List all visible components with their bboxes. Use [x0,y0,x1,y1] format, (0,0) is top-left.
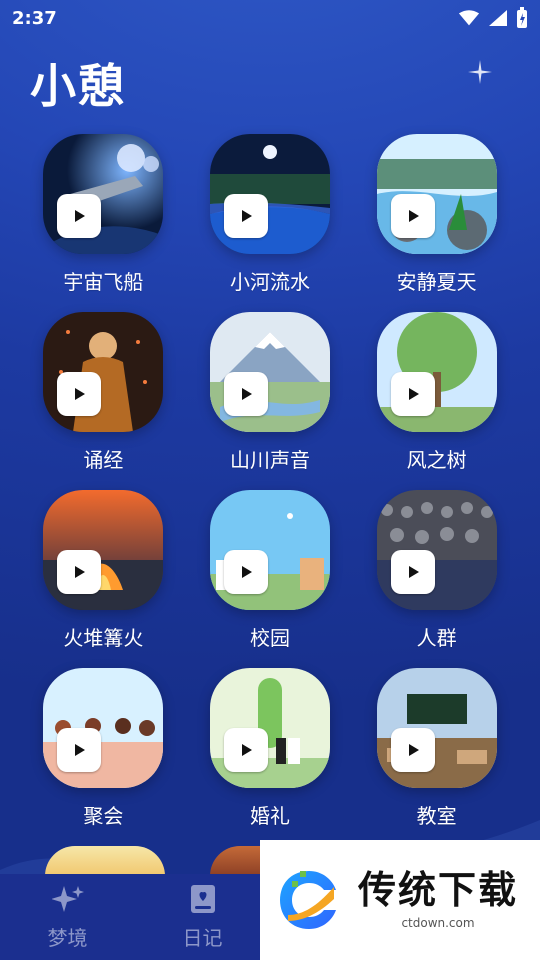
play-icon [241,744,252,756]
sound-card-classroom[interactable]: 教室 [353,668,520,828]
play-icon [241,388,252,400]
play-button[interactable] [390,550,435,594]
signal-icon [488,9,508,27]
sound-card-chant[interactable]: 诵经 [20,312,187,472]
play-icon [408,388,419,400]
play-button[interactable] [57,372,102,416]
thumbnail-summer[interactable] [376,134,497,254]
play-button[interactable] [57,728,102,772]
thumbnail-wedding[interactable] [209,668,330,788]
play-button[interactable] [223,728,268,772]
status-bar: 2:37 [0,0,540,36]
sound-label: 校园 [249,626,290,650]
watermark-logo-icon [280,871,336,929]
play-icon [408,210,419,222]
status-icons [458,7,528,29]
play-icon [75,388,86,400]
sound-card-crowd[interactable]: 人群 [353,490,520,650]
sound-label: 火堆篝火 [63,626,144,650]
nav-item-dream[interactable]: 梦境 [0,884,135,951]
peek-thumbnail[interactable] [45,846,165,876]
sound-label: 聚会 [83,804,124,828]
status-time: 2:37 [12,7,57,29]
sound-label: 教室 [416,804,457,828]
sound-card-party[interactable]: 聚会 [20,668,187,828]
sound-card-campus[interactable]: 校园 [187,490,354,650]
play-button[interactable] [390,194,435,238]
thumbnail-mountain[interactable] [209,312,330,432]
thumbnail-crowd[interactable] [376,490,497,610]
play-icon [75,744,86,756]
battery-icon [516,7,528,29]
play-button[interactable] [57,194,102,238]
thumbnail-campus[interactable] [209,490,330,610]
play-button[interactable] [57,550,102,594]
sound-label: 人群 [416,626,457,650]
watermark-title: 传统下载 [358,868,519,912]
nav-label: 梦境 [47,925,88,950]
play-button[interactable] [223,550,268,594]
sound-label: 婚礼 [249,804,290,828]
play-button[interactable] [390,372,435,416]
play-icon [241,210,252,222]
thumbnail-classroom[interactable] [376,668,497,788]
play-button[interactable] [223,194,268,238]
sound-card-wind-tree[interactable]: 风之树 [353,312,520,472]
thumbnail-party[interactable] [43,668,164,788]
thumbnail-bonfire[interactable] [43,490,164,610]
play-icon [408,744,419,756]
sound-label: 小河流水 [229,270,310,294]
sound-card-space-ship[interactable]: 宇宙飞船 [20,134,187,294]
sound-card-bonfire[interactable]: 火堆篝火 [20,490,187,650]
thumbnail-space-ship[interactable] [43,134,164,254]
sound-label: 诵经 [83,448,124,472]
star-sparkle-icon [468,60,492,84]
play-icon [75,210,86,222]
sound-card-summer[interactable]: 安静夏天 [353,134,520,294]
sound-card-wedding[interactable]: 婚礼 [187,668,354,828]
nav-label: 日记 [182,925,223,950]
sparkle-icon [51,884,84,914]
play-icon [241,566,252,578]
thumbnail-river[interactable] [209,134,330,254]
thumbnail-chant[interactable] [43,312,164,432]
play-button[interactable] [390,728,435,772]
nav-item-diary[interactable]: 日记 [135,884,270,951]
diary-icon [190,884,216,914]
play-icon [408,566,419,578]
play-button[interactable] [223,372,268,416]
wifi-icon [458,9,480,27]
watermark-text: 传统下载 ctdown.com [358,870,518,930]
page-title: 小憩 [30,59,126,113]
sound-label: 山川声音 [229,448,310,472]
watermark-site: ctdown.com [401,916,475,930]
watermark-overlay: 传统下载 ctdown.com [260,840,540,960]
sound-card-mountain[interactable]: 山川声音 [187,312,354,472]
thumbnail-wind-tree[interactable] [376,312,497,432]
sound-grid: 宇宙飞船 小河流水 安静夏天 诵经 山川声音 风之树 火堆篝火 校园 人群 聚会… [0,134,540,828]
play-icon [75,566,86,578]
sound-label: 宇宙飞船 [63,270,144,294]
sound-label: 风之树 [406,448,467,472]
sound-card-river[interactable]: 小河流水 [187,134,354,294]
sound-label: 安静夏天 [396,270,477,294]
